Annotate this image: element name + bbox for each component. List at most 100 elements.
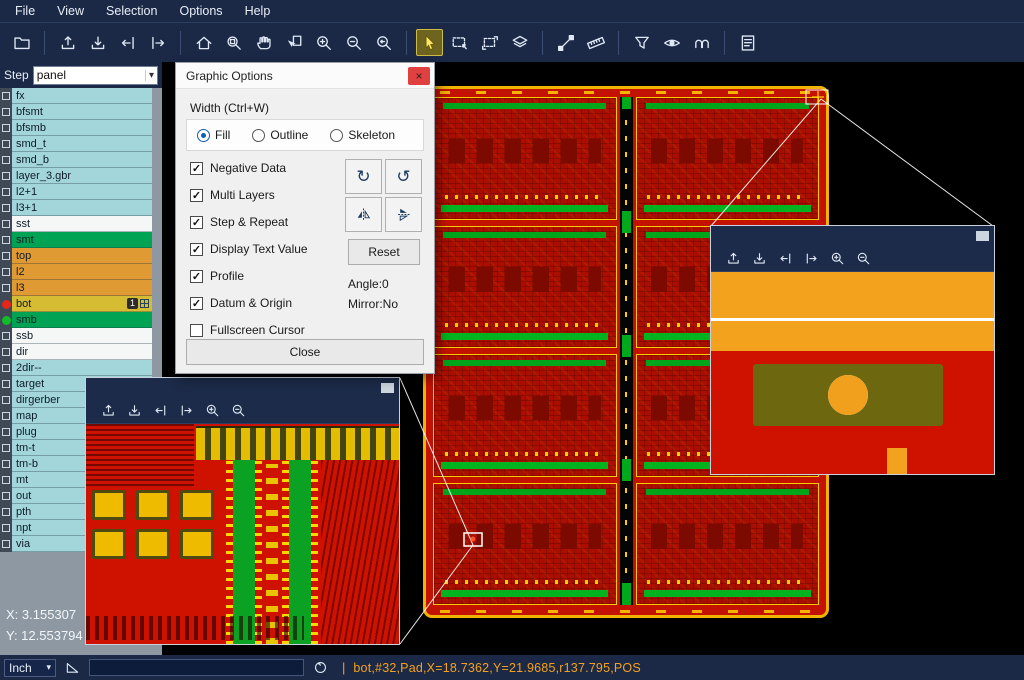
net-trace-button[interactable] <box>688 29 715 56</box>
command-input[interactable] <box>89 659 304 676</box>
layer-checkbox[interactable] <box>0 184 12 200</box>
layer-row-fx[interactable]: fx <box>0 88 152 104</box>
layer-checkbox[interactable] <box>0 376 12 392</box>
layer-row-bfsmb[interactable]: bfsmb <box>0 120 152 136</box>
layer-row-l2+1[interactable]: l2+1 <box>0 184 152 200</box>
layer-checkbox[interactable] <box>0 104 12 120</box>
zoom-in-button[interactable] <box>310 29 337 56</box>
window-menu-button[interactable] <box>976 231 989 241</box>
reset-button[interactable]: Reset <box>348 239 420 265</box>
menu-item-help[interactable]: Help <box>234 0 282 22</box>
layer-checkbox[interactable] <box>0 456 12 472</box>
view-options-button[interactable] <box>658 29 685 56</box>
menu-item-options[interactable]: Options <box>168 0 233 22</box>
checkbox-datum-origin[interactable]: ✓Datum & Origin <box>190 296 308 310</box>
layer-checkbox[interactable] <box>0 520 12 536</box>
layer-row-dir[interactable]: dir <box>0 344 152 360</box>
import-down-button[interactable] <box>84 29 111 56</box>
box-arrow-up-button[interactable] <box>99 401 118 420</box>
layer-checkbox[interactable] <box>0 472 12 488</box>
box-arrow-down-button[interactable] <box>750 249 769 268</box>
box-arrow-down-button[interactable] <box>125 401 144 420</box>
zoom-in-button[interactable] <box>828 249 847 268</box>
layer-checkbox[interactable] <box>0 328 12 344</box>
refresh-icon[interactable] <box>313 660 328 675</box>
layer-row-l3+1[interactable]: l3+1 <box>0 200 152 216</box>
zoom-previous-button[interactable] <box>370 29 397 56</box>
layer-checkbox[interactable] <box>0 360 12 376</box>
box-arrow-left-button[interactable] <box>151 401 170 420</box>
close-dialog-button[interactable]: Close <box>186 339 424 365</box>
rotate-ccw-button[interactable]: ↺ <box>385 159 422 194</box>
zoom-window-button[interactable] <box>220 29 247 56</box>
magnifier-titlebar[interactable] <box>711 226 994 246</box>
layer-row-2dir--[interactable]: 2dir-- <box>0 360 152 376</box>
layer-checkbox[interactable] <box>0 248 12 264</box>
zoom-out-button[interactable] <box>229 401 248 420</box>
ruler-button[interactable] <box>582 29 609 56</box>
layer-checkbox[interactable] <box>0 264 12 280</box>
snap-angle-icon[interactable] <box>65 660 80 675</box>
box-arrow-left-button[interactable] <box>776 249 795 268</box>
import-left-button[interactable] <box>114 29 141 56</box>
flip-vertical-button[interactable] <box>385 197 422 232</box>
layer-row-smd_b[interactable]: smd_b <box>0 152 152 168</box>
layer-checkbox[interactable] <box>0 536 12 552</box>
box-arrow-right-button[interactable] <box>802 249 821 268</box>
report-button[interactable] <box>734 29 761 56</box>
layer-row-layer_3.gbr[interactable]: layer_3.gbr <box>0 168 152 184</box>
layer-row-smb[interactable]: smb <box>0 312 152 328</box>
layer-row-l3[interactable]: l3 <box>0 280 152 296</box>
unit-combo[interactable]: Inch ▾ <box>4 659 56 677</box>
rotate-cw-button[interactable]: ↻ <box>345 159 382 194</box>
open-button[interactable] <box>8 29 35 56</box>
home-view-button[interactable] <box>190 29 217 56</box>
checkbox-fullscreen-cursor[interactable]: Fullscreen Cursor <box>190 323 308 337</box>
layer-row-l2[interactable]: l2 <box>0 264 152 280</box>
magnifier-titlebar[interactable] <box>86 378 399 398</box>
layer-row-top[interactable]: top <box>0 248 152 264</box>
layer-checkbox[interactable] <box>0 168 12 184</box>
layer-checkbox[interactable] <box>0 232 12 248</box>
green-indicator[interactable] <box>0 312 12 328</box>
radio-skeleton[interactable]: Skeleton <box>330 128 395 142</box>
layer-row-smt[interactable]: smt <box>0 232 152 248</box>
filter-button[interactable] <box>628 29 655 56</box>
layer-compare-button[interactable] <box>506 29 533 56</box>
step-combo[interactable]: panel ▾ <box>33 66 158 85</box>
pan-button[interactable] <box>250 29 277 56</box>
checkbox-negative-data[interactable]: ✓Negative Data <box>190 161 308 175</box>
layer-checkbox[interactable] <box>0 488 12 504</box>
menu-item-selection[interactable]: Selection <box>95 0 168 22</box>
menu-item-view[interactable]: View <box>46 0 95 22</box>
box-arrow-up-button[interactable] <box>724 249 743 268</box>
layer-row-ssb[interactable]: ssb <box>0 328 152 344</box>
layer-row-smd_t[interactable]: smd_t <box>0 136 152 152</box>
layer-row-bfsmt[interactable]: bfsmt <box>0 104 152 120</box>
zoom-out-button[interactable] <box>854 249 873 268</box>
zoom-out-button[interactable] <box>340 29 367 56</box>
menu-item-file[interactable]: File <box>4 0 46 22</box>
layer-checkbox[interactable] <box>0 504 12 520</box>
rect-select-button[interactable] <box>446 29 473 56</box>
checkbox-multi-layers[interactable]: ✓Multi Layers <box>190 188 308 202</box>
layer-row-sst[interactable]: sst <box>0 216 152 232</box>
export-right-button[interactable] <box>144 29 171 56</box>
layer-checkbox[interactable] <box>0 200 12 216</box>
box-arrow-right-button[interactable] <box>177 401 196 420</box>
layer-row-bot[interactable]: bot1 <box>0 296 152 312</box>
layer-checkbox[interactable] <box>0 216 12 232</box>
layer-checkbox[interactable] <box>0 440 12 456</box>
select-object-button[interactable] <box>280 29 307 56</box>
checkbox-profile[interactable]: ✓Profile <box>190 269 308 283</box>
layer-checkbox[interactable] <box>0 280 12 296</box>
close-button[interactable]: × <box>408 67 430 85</box>
window-menu-button[interactable] <box>381 383 394 393</box>
layer-checkbox[interactable] <box>0 424 12 440</box>
layer-checkbox[interactable] <box>0 408 12 424</box>
flip-horizontal-button[interactable] <box>345 197 382 232</box>
radio-fill[interactable]: Fill <box>197 128 230 142</box>
layer-checkbox[interactable] <box>0 392 12 408</box>
layer-checkbox[interactable] <box>0 120 12 136</box>
measure-button[interactable] <box>552 29 579 56</box>
